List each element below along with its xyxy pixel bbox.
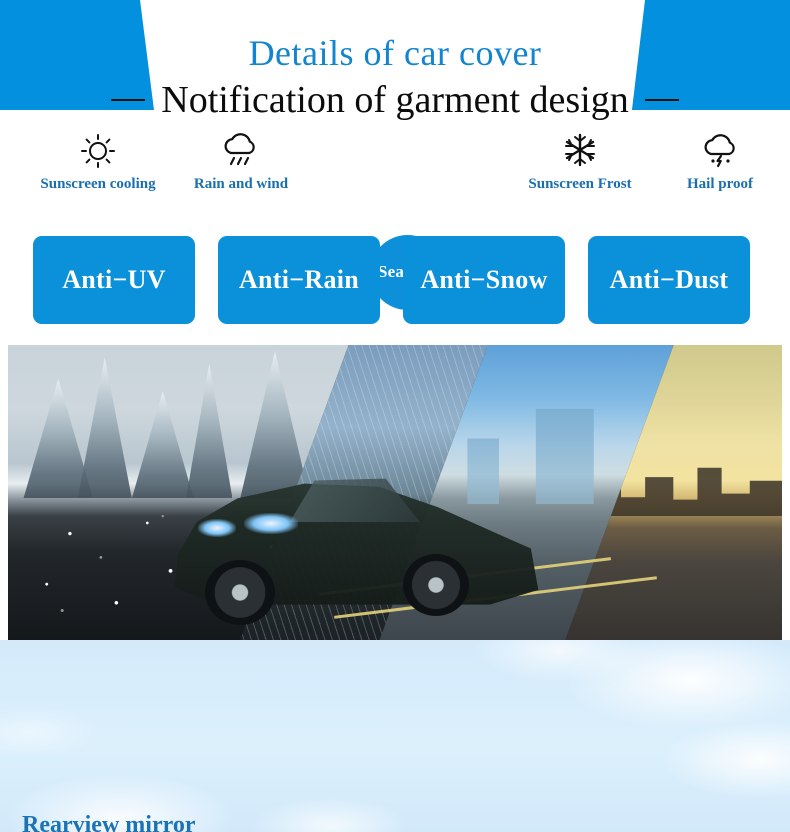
feature-label: Sunscreen cooling <box>40 176 156 192</box>
front-wheel <box>205 560 276 626</box>
heading-dash-left <box>111 99 146 101</box>
feature-item-rain-and-wind[interactable]: Rain and wind <box>182 130 300 193</box>
feature-label: Rain and wind <box>193 176 289 192</box>
feature-icon-row: Sunscreen cooling Rain and wind < Season… <box>0 112 790 310</box>
section-heading: Notification of garment design <box>0 78 790 122</box>
anti-feature-button-row: Anti−UV Anti−Rain Anti−Snow Anti−Dust <box>0 236 790 324</box>
snowflake-icon <box>508 130 652 170</box>
product-detail-page: Details of car cover Sunscreen cooling R… <box>0 0 790 832</box>
headlight-icon <box>197 519 237 537</box>
feature-item-sunscreen-cooling[interactable]: Sunscreen cooling <box>20 130 176 193</box>
anti-dust-button[interactable]: Anti−Dust <box>588 236 750 324</box>
feature-label: Hail proof <box>687 176 753 192</box>
rearview-mirror-label: Rearview mirror <box>22 812 196 832</box>
heading-dash-right <box>644 99 679 101</box>
page-title: Details of car cover <box>248 33 542 73</box>
rear-wheel <box>402 554 469 617</box>
headlight-icon <box>244 513 299 534</box>
anti-uv-button[interactable]: Anti−UV <box>33 236 195 324</box>
feature-item-hail-proof[interactable]: Hail proof <box>664 130 776 193</box>
feature-label: Sunscreen Frost <box>528 176 632 192</box>
anti-snow-button[interactable]: Anti−Snow <box>403 236 565 324</box>
hail-cloud-icon <box>664 130 776 170</box>
sky-section <box>0 640 790 832</box>
section-heading-text: Notification of garment design <box>161 79 629 121</box>
rain-cloud-icon <box>182 130 300 170</box>
feature-item-sunscreen-frost[interactable]: Sunscreen Frost <box>508 130 652 193</box>
sun-icon <box>20 130 176 170</box>
anti-rain-button[interactable]: Anti−Rain <box>218 236 380 324</box>
four-season-photo-band <box>8 345 782 640</box>
